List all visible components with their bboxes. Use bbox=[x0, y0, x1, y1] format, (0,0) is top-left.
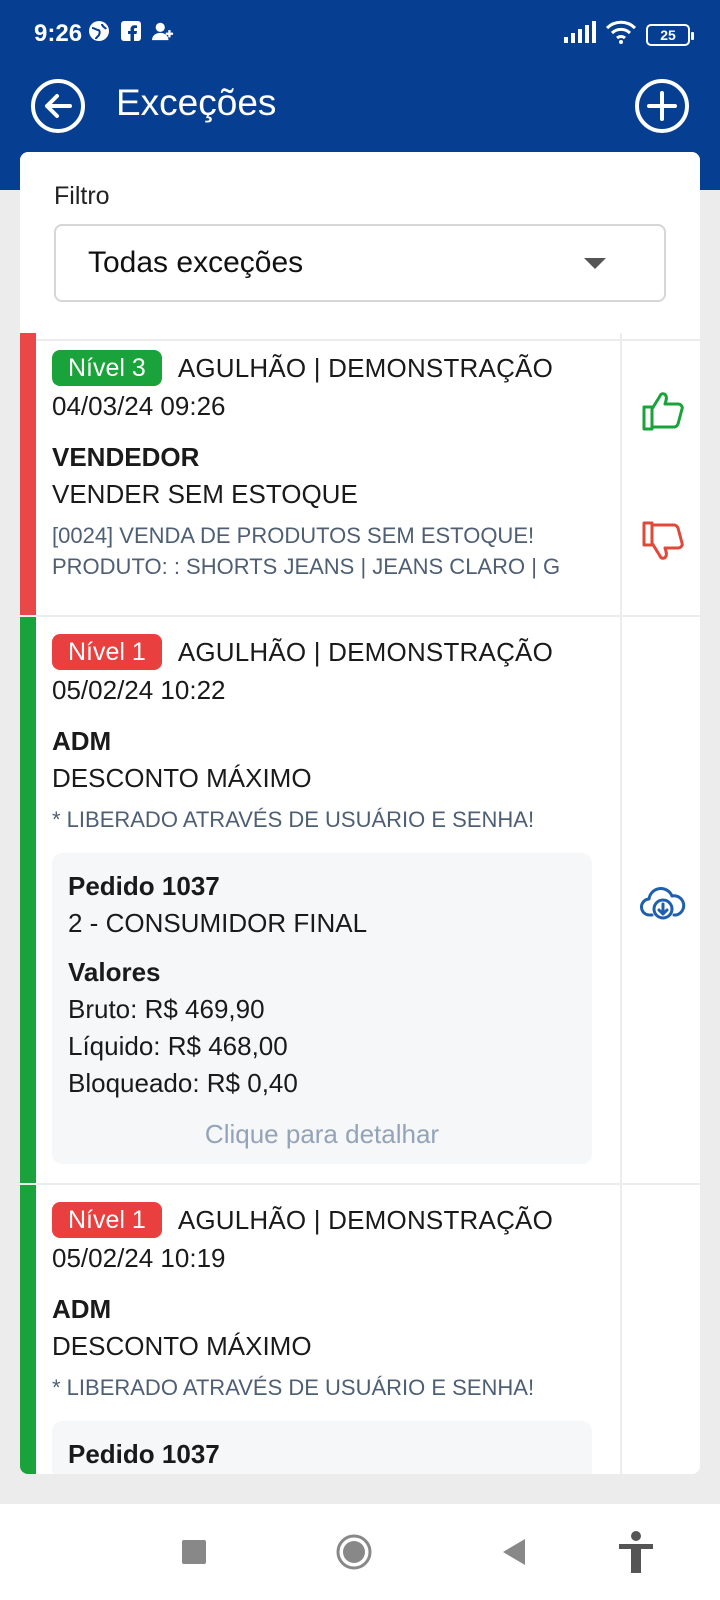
exception-item[interactable]: Nível 3 AGULHÃO | DEMONSTRAÇÃO 04/03/24 … bbox=[20, 333, 700, 617]
exception-item[interactable]: Nível 1 AGULHÃO | DEMONSTRAÇÃO 05/02/24 … bbox=[20, 1185, 700, 1474]
exception-role: ADM bbox=[52, 1294, 112, 1324]
system-nav-bar bbox=[0, 1504, 720, 1600]
exception-item[interactable]: Nível 1 AGULHÃO | DEMONSTRAÇÃO 05/02/24 … bbox=[20, 617, 700, 1185]
facebook-icon bbox=[120, 20, 142, 42]
exception-actions bbox=[620, 617, 700, 1183]
exception-date: 05/02/24 10:22 bbox=[52, 675, 226, 705]
add-contact-icon bbox=[152, 20, 174, 42]
exception-content: Nível 1 AGULHÃO | DEMONSTRAÇÃO 05/02/24 … bbox=[52, 1201, 612, 1474]
back-nav-button[interactable] bbox=[494, 1532, 534, 1572]
wifi-icon bbox=[605, 20, 637, 49]
exception-actions bbox=[620, 1185, 700, 1474]
accessibility-button[interactable] bbox=[616, 1531, 656, 1573]
company-name: AGULHÃO | DEMONSTRAÇÃO bbox=[177, 636, 554, 667]
exception-role: VENDEDOR bbox=[52, 442, 200, 472]
arrow-left-circle-icon bbox=[31, 79, 85, 133]
globe-icon bbox=[88, 20, 110, 42]
status-time: 9:26 bbox=[34, 20, 83, 47]
download-button[interactable] bbox=[640, 879, 686, 925]
add-button[interactable] bbox=[634, 78, 690, 134]
recent-apps-button[interactable] bbox=[174, 1532, 214, 1572]
exception-type: DESCONTO MÁXIMO bbox=[52, 763, 312, 793]
description-line: [0024] VENDA DE PRODUTOS SEM ESTOQUE! bbox=[52, 523, 535, 548]
battery-level: 25 bbox=[660, 26, 676, 43]
reject-button[interactable] bbox=[640, 519, 686, 565]
chevron-down-icon bbox=[584, 258, 606, 269]
order-title: Pedido 1037 bbox=[68, 1439, 220, 1469]
signal-icon bbox=[564, 21, 596, 48]
exceptions-card: Filtro Todas exceções Nível 3 AGULHÃO | … bbox=[20, 152, 700, 1474]
status-bar-indicator bbox=[20, 1185, 36, 1474]
exception-description: [0024] VENDA DE PRODUTOS SEM ESTOQUE! PR… bbox=[52, 520, 612, 582]
status-bar-indicator bbox=[20, 617, 36, 1183]
exception-header: Nível 1 AGULHÃO | DEMONSTRAÇÃO bbox=[52, 1201, 612, 1239]
status-bar: 9:26 25 bbox=[0, 0, 720, 70]
order-customer: 2 - CONSUMIDOR FINAL bbox=[68, 908, 368, 938]
level-badge: Nível 1 bbox=[52, 634, 162, 670]
recent-apps-icon bbox=[182, 1540, 206, 1564]
home-icon bbox=[336, 1534, 372, 1570]
status-bar-indicator bbox=[20, 333, 36, 615]
approve-button[interactable] bbox=[640, 387, 686, 433]
company-name: AGULHÃO | DEMONSTRAÇÃO bbox=[177, 1204, 554, 1235]
description-line: PRODUTO: : SHORTS JEANS | JEANS CLARO | … bbox=[52, 554, 561, 579]
exception-header: Nível 3 AGULHÃO | DEMONSTRAÇÃO bbox=[52, 349, 612, 387]
thumbs-down-icon bbox=[642, 521, 684, 560]
home-button[interactable] bbox=[334, 1532, 374, 1572]
exception-header: Nível 1 AGULHÃO | DEMONSTRAÇÃO bbox=[52, 633, 612, 671]
exception-role: ADM bbox=[52, 726, 112, 756]
status-right-icons: 25 bbox=[564, 20, 694, 49]
status-left-icons bbox=[88, 20, 174, 42]
exception-description: * LIBERADO ATRAVÉS DE USUÁRIO E SENHA! bbox=[52, 807, 535, 832]
filter-label: Filtro bbox=[54, 182, 110, 210]
level-badge: Nível 1 bbox=[52, 1202, 162, 1238]
page-title: Exceções bbox=[116, 82, 277, 123]
value-net: Líquido: R$ 468,00 bbox=[68, 1031, 288, 1061]
value-gross: Bruto: R$ 469,90 bbox=[68, 994, 265, 1024]
exception-date: 04/03/24 09:26 bbox=[52, 391, 226, 421]
back-button[interactable] bbox=[30, 78, 86, 134]
detail-link[interactable]: Clique para detalhar bbox=[68, 1119, 576, 1150]
order-summary[interactable]: Pedido 1037 bbox=[52, 1421, 592, 1474]
battery-icon: 25 bbox=[646, 23, 694, 46]
values-title: Valores bbox=[68, 957, 161, 987]
level-badge: Nível 3 bbox=[52, 350, 162, 386]
filter-select[interactable]: Todas exceções bbox=[54, 224, 666, 302]
app-bar: Exceções bbox=[0, 70, 720, 150]
plus-circle-icon bbox=[635, 79, 689, 133]
accessibility-icon bbox=[619, 1531, 653, 1573]
value-blocked: Bloqueado: R$ 0,40 bbox=[68, 1068, 298, 1098]
exception-content: Nível 3 AGULHÃO | DEMONSTRAÇÃO 04/03/24 … bbox=[52, 349, 612, 582]
exception-date: 05/02/24 10:19 bbox=[52, 1243, 226, 1273]
filter-selected-value: Todas exceções bbox=[88, 246, 304, 279]
thumbs-up-icon bbox=[642, 392, 684, 431]
cloud-download-icon bbox=[640, 887, 686, 920]
back-icon bbox=[503, 1539, 525, 1565]
exception-type: VENDER SEM ESTOQUE bbox=[52, 479, 358, 509]
company-name: AGULHÃO | DEMONSTRAÇÃO bbox=[177, 352, 554, 383]
order-title: Pedido 1037 bbox=[68, 871, 220, 901]
order-summary[interactable]: Pedido 1037 2 - CONSUMIDOR FINAL Valores… bbox=[52, 853, 592, 1164]
exception-actions bbox=[620, 333, 700, 615]
exception-description: * LIBERADO ATRAVÉS DE USUÁRIO E SENHA! bbox=[52, 1375, 535, 1400]
exception-content: Nível 1 AGULHÃO | DEMONSTRAÇÃO 05/02/24 … bbox=[52, 633, 612, 1164]
exception-type: DESCONTO MÁXIMO bbox=[52, 1331, 312, 1361]
